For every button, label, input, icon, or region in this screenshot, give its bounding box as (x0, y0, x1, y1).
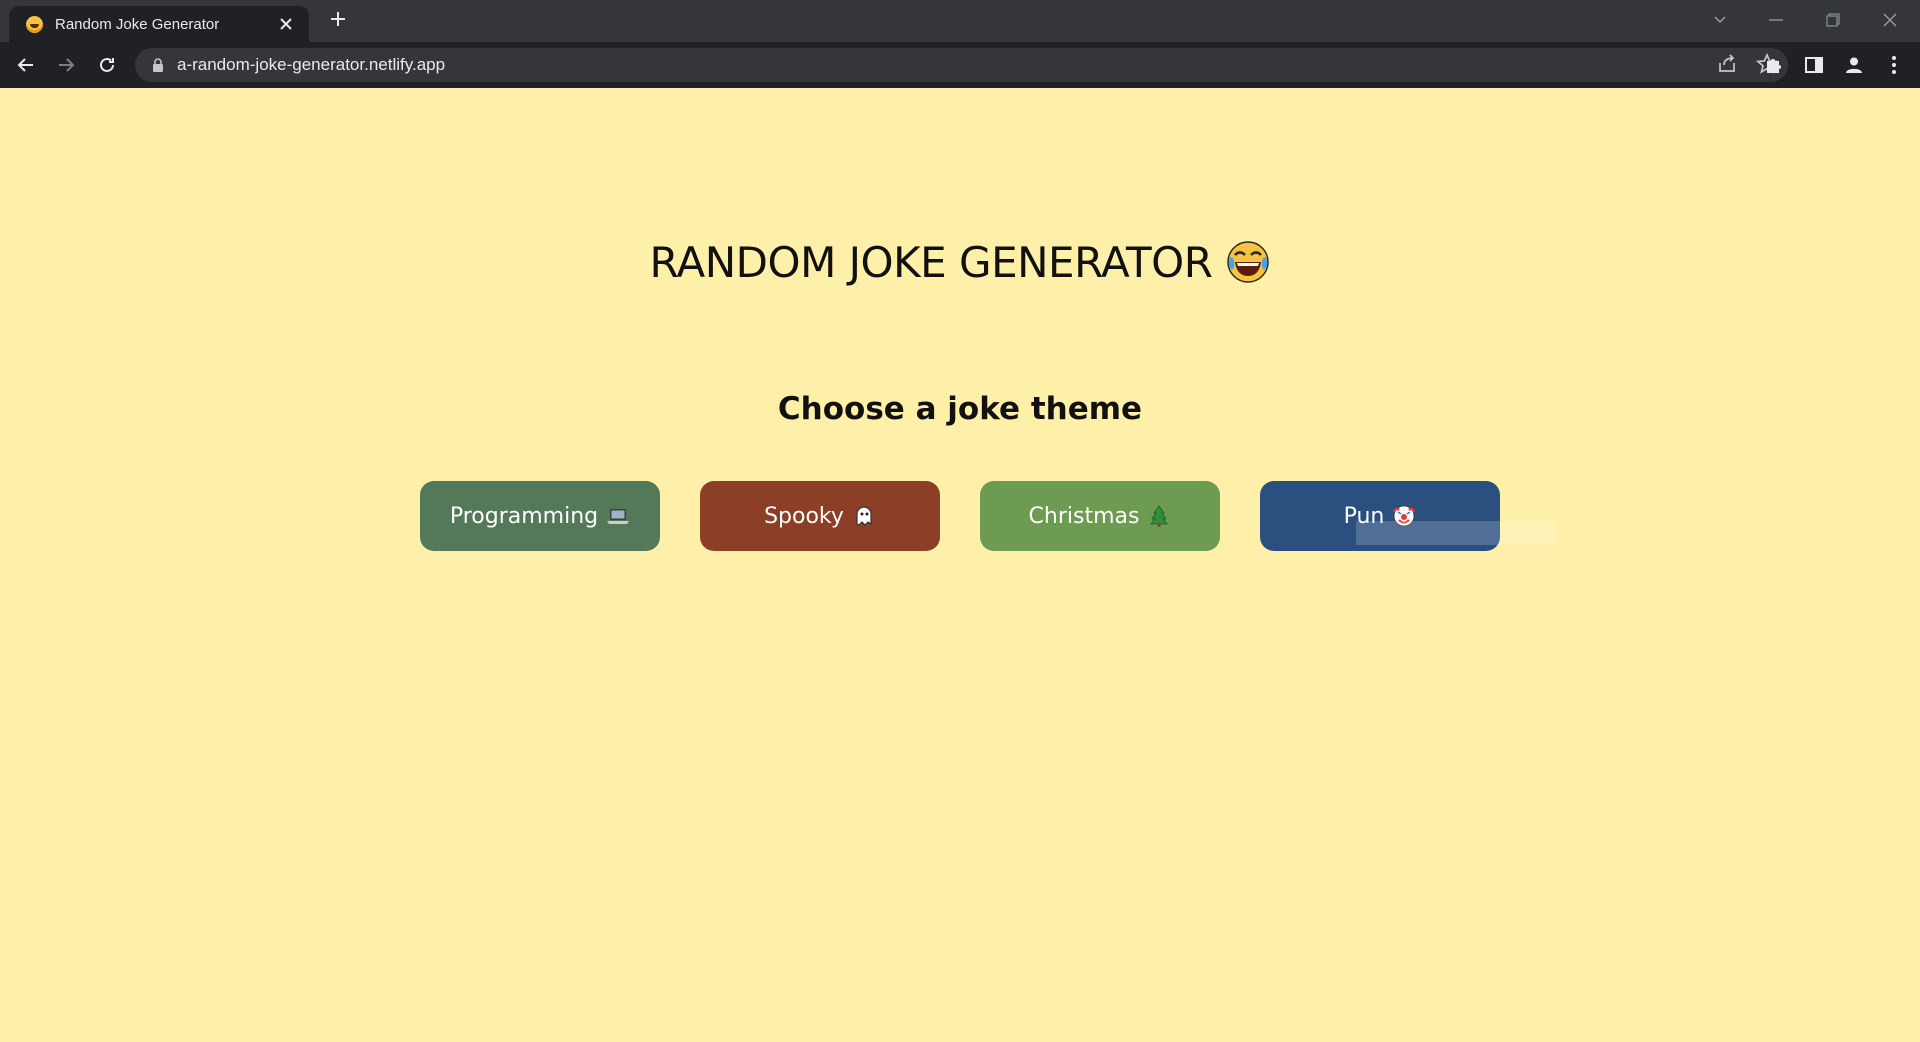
url-text: a-random-joke-generator.netlify.app (177, 55, 446, 74)
laptop-icon (606, 504, 630, 528)
christmas-tree-icon (1147, 504, 1171, 528)
programming-button[interactable]: Programming (420, 481, 660, 551)
share-icon[interactable] (1716, 53, 1738, 80)
tab-search-icon[interactable] (1706, 6, 1734, 34)
new-tab-button[interactable] (326, 9, 350, 33)
page-content: RANDOM JOKE GENERATOR Choose a joke them… (0, 88, 1920, 1042)
page-title: RANDOM JOKE GENERATOR (0, 238, 1920, 288)
minimize-icon[interactable] (1762, 6, 1790, 34)
profile-icon[interactable] (1838, 49, 1870, 81)
address-bar[interactable]: a-random-joke-generator.netlify.app (135, 48, 1788, 82)
lock-icon[interactable] (152, 58, 164, 72)
restore-icon[interactable] (1819, 6, 1847, 34)
close-tab-icon[interactable] (275, 13, 297, 35)
spooky-button-label: Spooky (764, 503, 844, 529)
extensions-puzzle-icon[interactable] (1758, 49, 1790, 81)
side-panel-icon[interactable] (1798, 49, 1830, 81)
close-window-icon[interactable] (1876, 6, 1904, 34)
tears-of-joy-icon (1226, 240, 1270, 284)
browser-title-bar: Random Joke Generator (0, 0, 1920, 42)
laughing-face-favicon-icon (26, 15, 43, 33)
section-subtitle: Choose a joke theme (777, 391, 1143, 427)
faded-tooltip-overlay (1356, 521, 1556, 545)
reload-icon[interactable] (91, 49, 123, 81)
forward-icon[interactable] (50, 49, 82, 81)
browser-tab[interactable]: Random Joke Generator (9, 6, 309, 42)
christmas-button[interactable]: Christmas (980, 481, 1220, 551)
page-title-text: RANDOM JOKE GENERATOR (649, 238, 1213, 287)
ghost-icon (852, 504, 876, 528)
theme-button-row: Programming Spooky Christmas Pun (420, 481, 1500, 551)
programming-button-label: Programming (449, 503, 599, 529)
spooky-button[interactable]: Spooky (700, 481, 940, 551)
more-menu-icon[interactable] (1878, 49, 1910, 81)
back-icon[interactable] (10, 49, 42, 81)
browser-toolbar: a-random-joke-generator.netlify.app (0, 42, 1920, 88)
christmas-button-label: Christmas (1028, 503, 1140, 529)
tab-title: Random Joke Generator (55, 15, 220, 33)
